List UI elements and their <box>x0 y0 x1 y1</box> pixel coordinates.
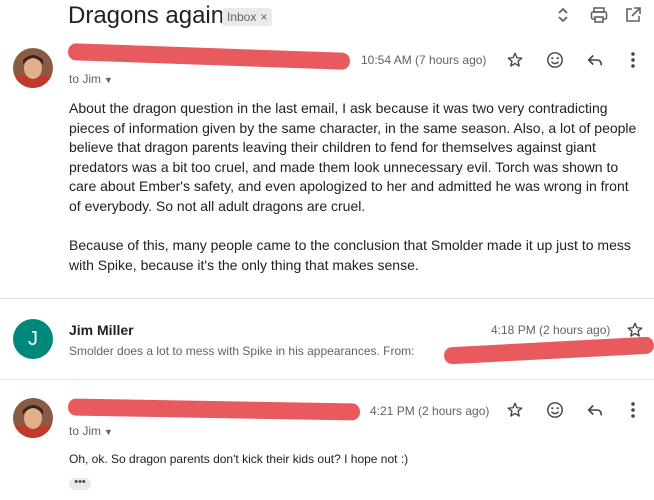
recipient-text: to Jim <box>69 424 102 438</box>
reply-icon[interactable] <box>584 49 606 71</box>
recipient-caret-icon[interactable]: ▼ <box>104 75 113 85</box>
sender-avatar[interactable] <box>13 398 53 438</box>
more-options-icon[interactable] <box>622 399 644 421</box>
emoji-reaction-icon[interactable] <box>544 49 566 71</box>
more-options-icon[interactable] <box>622 49 644 71</box>
message-paragraph: Because of this, many people came to the… <box>69 237 631 273</box>
inbox-label-chip[interactable]: Inbox × <box>222 8 273 26</box>
print-icon[interactable] <box>588 4 610 26</box>
thread-subject: Dragons again <box>68 2 225 29</box>
message-divider <box>0 298 654 299</box>
message-body: About the dragon question in the last em… <box>69 99 644 275</box>
label-text: Inbox <box>227 10 257 24</box>
message-divider <box>0 379 654 380</box>
recipient-line[interactable]: to Jim ▼ <box>69 72 113 86</box>
recipient-text: to Jim <box>69 72 102 86</box>
redacted-sender-name <box>67 43 351 70</box>
message-time: 4:21 PM (2 hours ago) <box>370 404 490 418</box>
remove-label-icon[interactable]: × <box>260 10 267 24</box>
star-icon[interactable] <box>504 49 526 71</box>
message-time: 10:54 AM (7 hours ago) <box>361 53 487 67</box>
redacted-sender-name <box>67 398 361 421</box>
message-snippet: Smolder does a lot to mess with Spike in… <box>69 344 415 358</box>
message-time: 4:18 PM (2 hours ago) <box>491 323 611 337</box>
star-icon[interactable] <box>504 399 526 421</box>
message-body: Oh, ok. So dragon parents don't kick the… <box>69 452 409 466</box>
sender-name: Jim Miller <box>69 322 134 338</box>
emoji-reaction-icon[interactable] <box>544 399 566 421</box>
sender-avatar[interactable] <box>13 48 53 88</box>
message-paragraph: About the dragon question in the last em… <box>69 100 637 214</box>
expand-collapse-icon[interactable] <box>552 4 574 26</box>
recipient-line[interactable]: to Jim ▼ <box>69 424 113 438</box>
show-trimmed-content-button[interactable]: ••• <box>69 477 91 490</box>
recipient-caret-icon[interactable]: ▼ <box>104 427 113 437</box>
reply-icon[interactable] <box>584 399 606 421</box>
sender-avatar[interactable]: J <box>13 319 53 359</box>
open-in-new-window-icon[interactable] <box>622 4 644 26</box>
redacted-sender-email <box>443 336 654 365</box>
